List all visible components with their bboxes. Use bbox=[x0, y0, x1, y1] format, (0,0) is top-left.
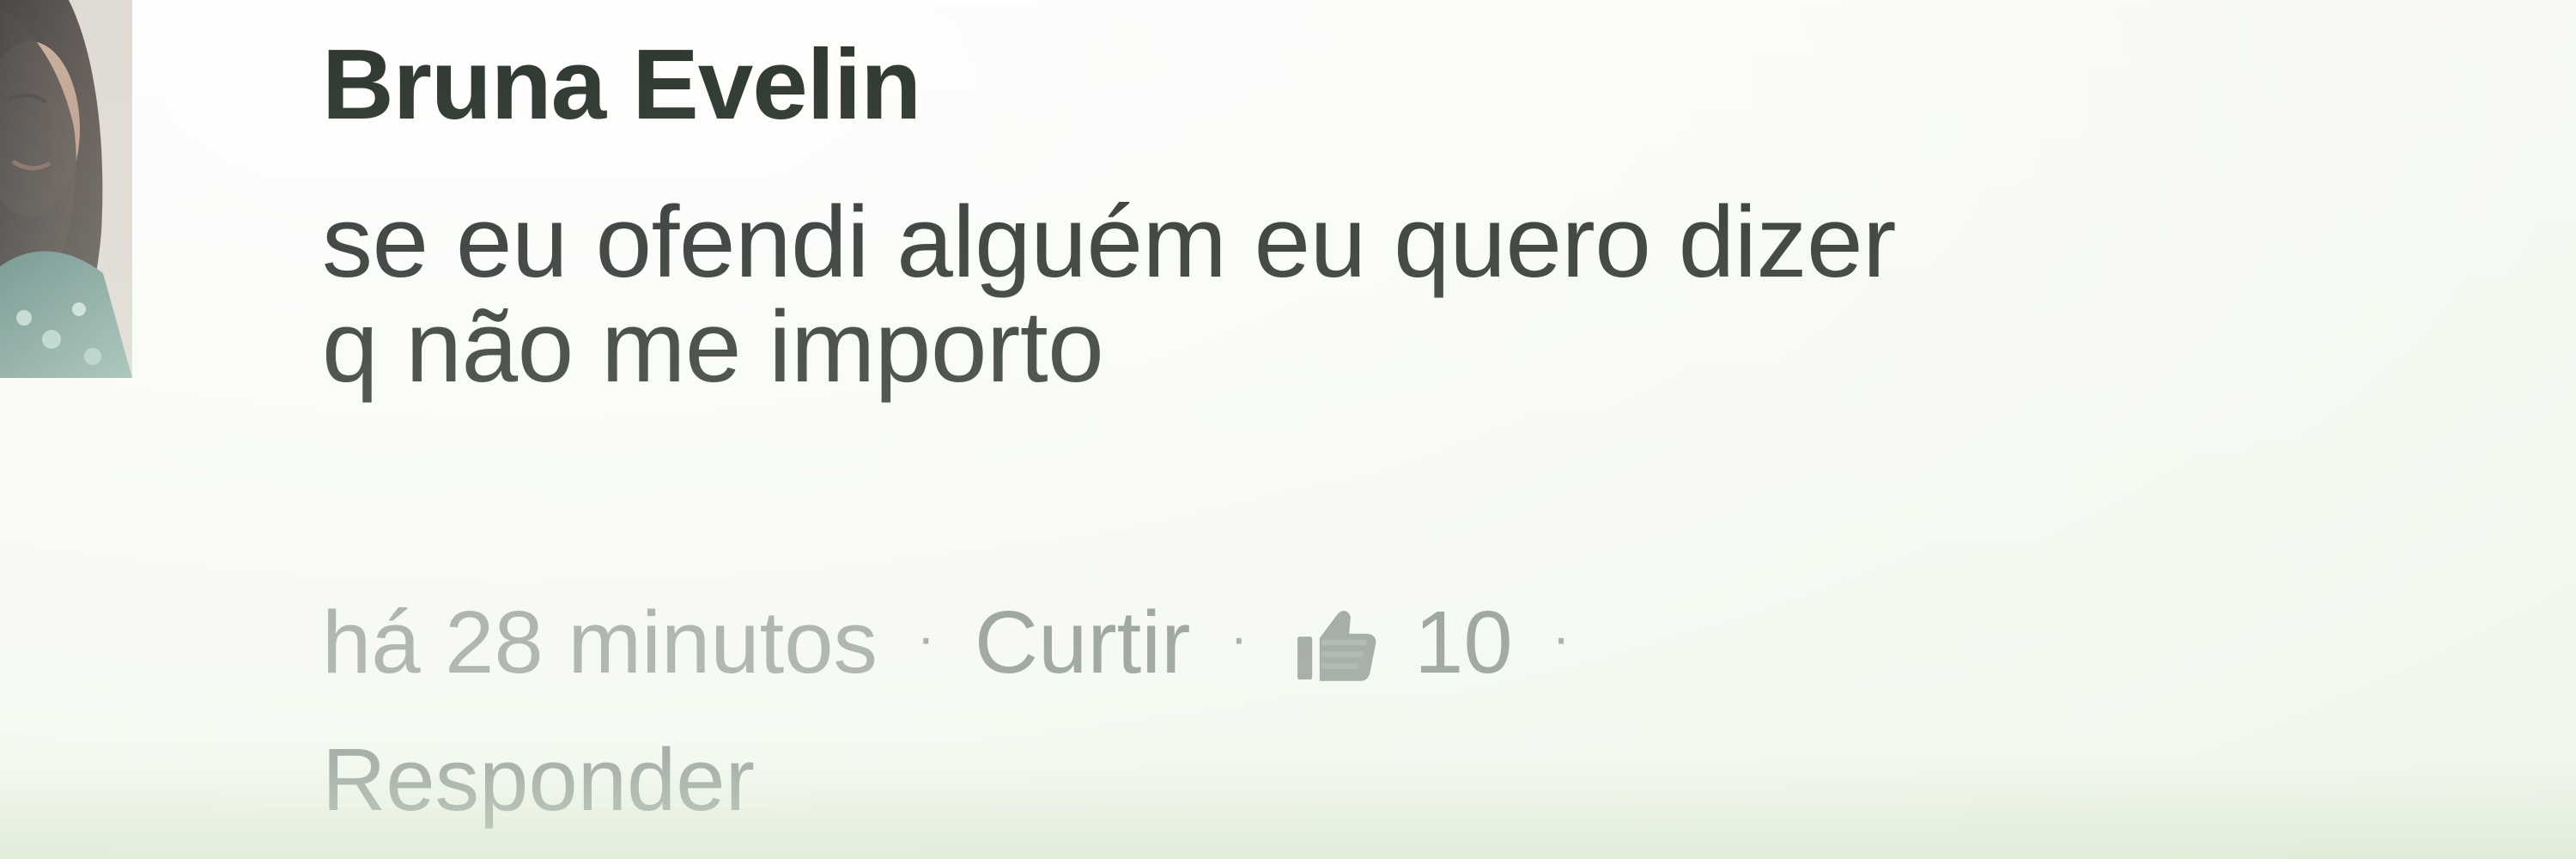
comment: Bruna Evelin se eu ofendi alguém eu quer… bbox=[322, 24, 2537, 832]
author-name[interactable]: Bruna Evelin bbox=[322, 34, 921, 134]
comment-actions: há 28 minutos · Curtir · 10 · bbox=[322, 582, 1609, 703]
comment-text-line: se eu ofendi alguém eu quero dizer bbox=[322, 186, 1896, 299]
separator-dot: · bbox=[1230, 607, 1249, 667]
like-count[interactable]: 10 bbox=[1287, 592, 1513, 693]
comment-text-line: q não me importo bbox=[322, 289, 1104, 404]
separator-dot: · bbox=[1552, 607, 1571, 667]
comment-screenshot: Bruna Evelin se eu ofendi alguém eu quer… bbox=[0, 0, 2576, 859]
like-count-value: 10 bbox=[1414, 593, 1513, 691]
separator-dot: · bbox=[917, 607, 935, 667]
avatar-image bbox=[0, 0, 132, 378]
author-avatar[interactable] bbox=[0, 0, 132, 378]
comment-text: se eu ofendi alguém eu quero dizer q não… bbox=[322, 186, 2520, 404]
comment-timestamp[interactable]: há 28 minutos bbox=[322, 592, 878, 693]
like-button[interactable]: Curtir bbox=[975, 592, 1191, 693]
reply-button[interactable]: Responder bbox=[322, 735, 755, 824]
thumbs-up-icon bbox=[1287, 595, 1382, 690]
